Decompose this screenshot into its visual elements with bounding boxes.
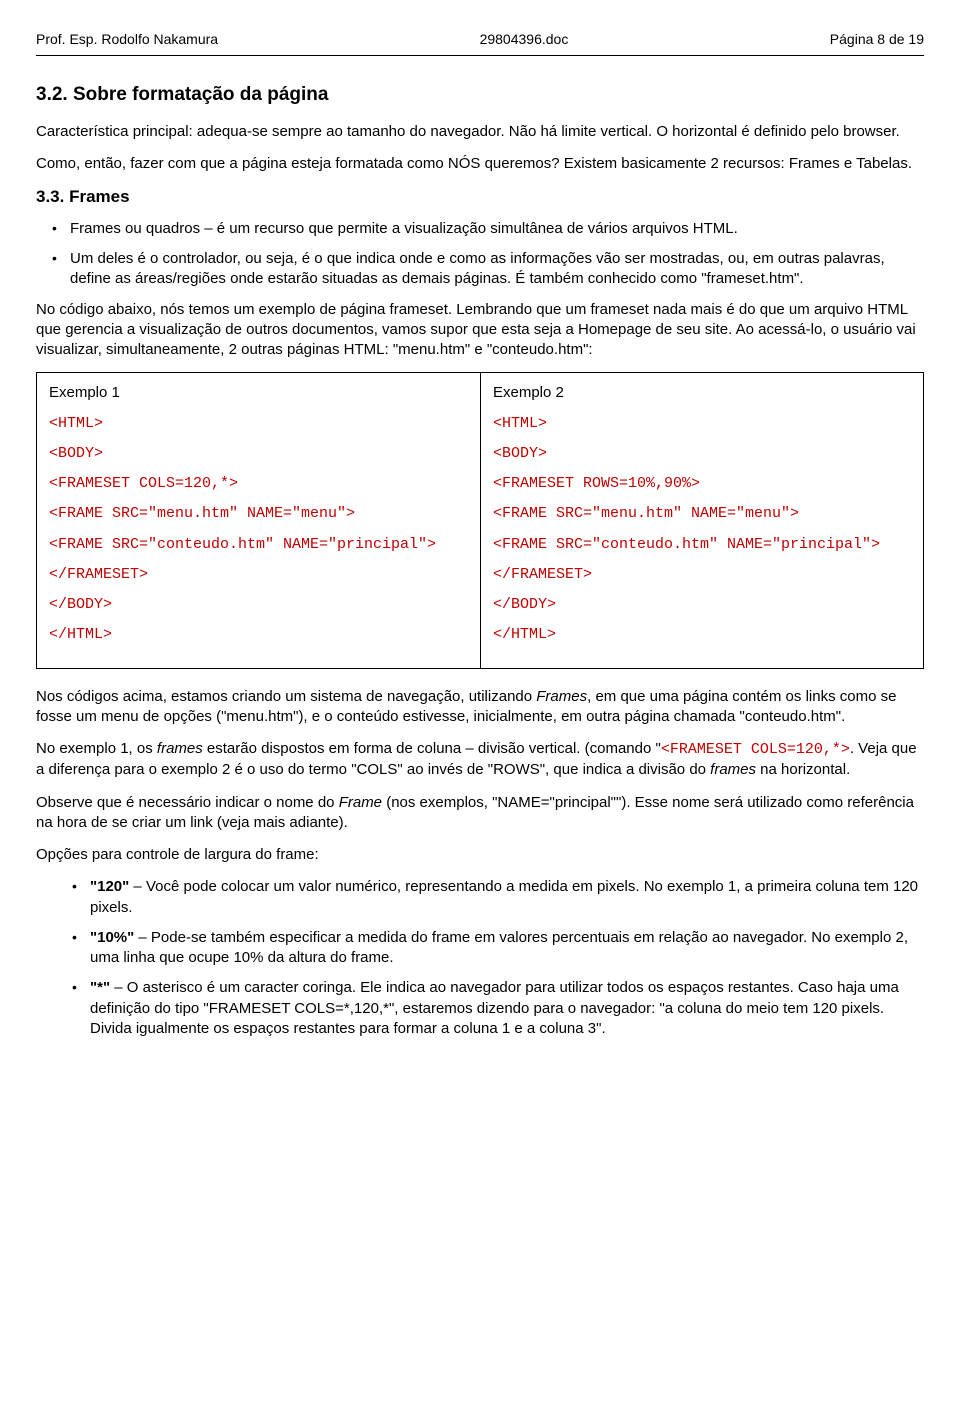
post-p2-i1: frames <box>157 740 203 757</box>
opt3-label: "*" <box>90 979 110 996</box>
ex1-line8: </HTML> <box>49 625 468 645</box>
example-2-title: Exemplo 2 <box>493 383 911 403</box>
post-p2-cmd: <FRAMESET COLS=120,*> <box>661 741 850 758</box>
opt1-label: "120" <box>90 878 129 895</box>
post-p2-f: na horizontal. <box>756 761 850 778</box>
post-p2-a: No exemplo 1, os <box>36 740 157 757</box>
opt3-desc: – O asterisco é um caracter coringa. Ele… <box>90 979 899 1037</box>
sec32-p1: Característica principal: adequa-se semp… <box>36 122 924 142</box>
post-p1-a: Nos códigos acima, estamos criando um si… <box>36 688 536 705</box>
ex1-line7: </BODY> <box>49 595 468 615</box>
ex1-line4: <FRAME SRC="menu.htm" NAME="menu"> <box>49 504 468 524</box>
post-p4: Opções para controle de largura do frame… <box>36 845 924 865</box>
ex1-line6: </FRAMESET> <box>49 565 468 585</box>
page-header: Prof. Esp. Rodolfo Nakamura 29804396.doc… <box>36 30 924 49</box>
ex2-line6: </FRAMESET> <box>493 565 911 585</box>
opt2-label: "10%" <box>90 929 134 946</box>
header-right: Página 8 de 19 <box>830 30 924 49</box>
ex1-line3: <FRAMESET COLS=120,*> <box>49 474 468 494</box>
ex1-line2: <BODY> <box>49 444 468 464</box>
ex2-line5: <FRAME SRC="conteudo.htm" NAME="principa… <box>493 535 911 555</box>
ex2-line8: </HTML> <box>493 625 911 645</box>
ex1-line1: <HTML> <box>49 414 468 434</box>
frames-bullet-list: Frames ou quadros – é um recurso que per… <box>36 219 924 290</box>
opt2-desc: – Pode-se também especificar a medida do… <box>90 929 908 966</box>
frames-bullet-2: Um deles é o controlador, ou seja, é o q… <box>36 249 924 290</box>
header-left: Prof. Esp. Rodolfo Nakamura <box>36 30 218 49</box>
ex2-line4: <FRAME SRC="menu.htm" NAME="menu"> <box>493 504 911 524</box>
ex2-line1: <HTML> <box>493 414 911 434</box>
post-p1-i: Frames <box>536 688 587 705</box>
post-p2: No exemplo 1, os frames estarão disposto… <box>36 739 924 781</box>
post-p3: Observe que é necessário indicar o nome … <box>36 793 924 834</box>
examples-table: Exemplo 1 <HTML> <BODY> <FRAMESET COLS=1… <box>36 372 924 668</box>
example-1-column: Exemplo 1 <HTML> <BODY> <FRAMESET COLS=1… <box>37 373 480 667</box>
frame-width-options: "120" – Você pode colocar um valor numér… <box>36 877 924 1039</box>
section-3-2-title: 3.2. Sobre formatação da página <box>36 82 924 108</box>
option-10pct: "10%" – Pode-se também especificar a med… <box>36 928 924 969</box>
section-3-3-title: 3.3. Frames <box>36 186 924 209</box>
frames-bullet-1: Frames ou quadros – é um recurso que per… <box>36 219 924 239</box>
header-center: 29804396.doc <box>480 30 569 49</box>
example-2-column: Exemplo 2 <HTML> <BODY> <FRAMESET ROWS=1… <box>480 373 923 667</box>
sec32-p2: Como, então, fazer com que a página este… <box>36 154 924 174</box>
opt1-desc: – Você pode colocar um valor numérico, r… <box>90 878 918 915</box>
header-divider <box>36 55 924 56</box>
post-p3-a: Observe que é necessário indicar o nome … <box>36 794 339 811</box>
sec33-paragraph: No código abaixo, nós temos um exemplo d… <box>36 300 924 361</box>
ex2-line3: <FRAMESET ROWS=10%,90%> <box>493 474 911 494</box>
post-p1: Nos códigos acima, estamos criando um si… <box>36 687 924 728</box>
ex1-line5: <FRAME SRC="conteudo.htm" NAME="principa… <box>49 535 468 555</box>
post-p2-c: estarão dispostos em forma de coluna – d… <box>203 740 661 757</box>
post-p2-i2: frames <box>710 761 756 778</box>
ex2-line7: </BODY> <box>493 595 911 615</box>
option-asterisk: "*" – O asterisco é um caracter coringa.… <box>36 978 924 1039</box>
post-p3-i: Frame <box>339 794 382 811</box>
ex2-line2: <BODY> <box>493 444 911 464</box>
example-1-title: Exemplo 1 <box>49 383 468 403</box>
option-120: "120" – Você pode colocar um valor numér… <box>36 877 924 918</box>
